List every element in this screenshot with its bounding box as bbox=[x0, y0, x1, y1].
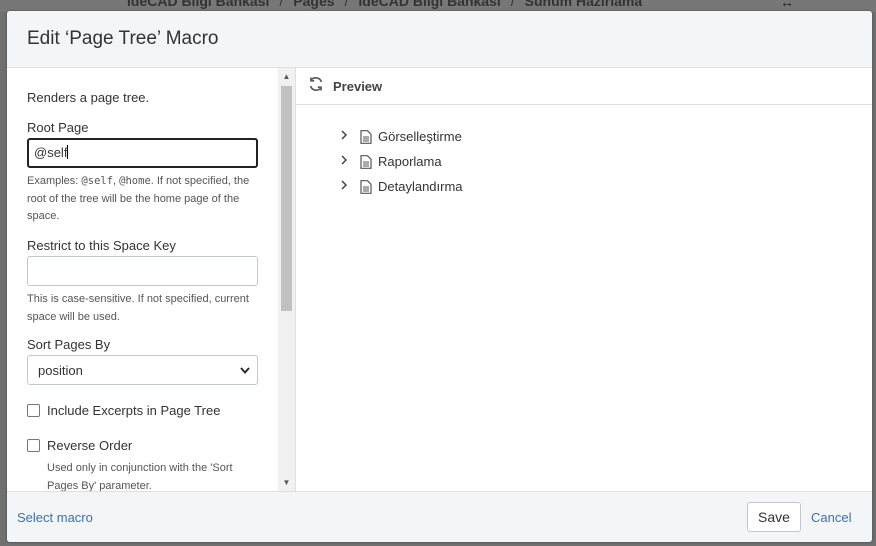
preview-label: Preview bbox=[333, 78, 383, 94]
breadcrumb-separator: / bbox=[344, 0, 349, 9]
breadcrumb-item: IdeCAD Bilgi Bankası bbox=[358, 0, 501, 9]
macro-parameters-panel: Renders a page tree. Root Page @self Exa… bbox=[7, 68, 296, 491]
text-caret bbox=[67, 145, 69, 159]
help-code-home: @home bbox=[119, 175, 151, 187]
cancel-link[interactable]: Cancel bbox=[811, 510, 851, 525]
reverse-order-row[interactable]: Reverse Order bbox=[27, 438, 132, 453]
root-page-label: Root Page bbox=[27, 120, 89, 135]
chevron-right-icon[interactable] bbox=[340, 180, 354, 193]
macro-description: Renders a page tree. bbox=[27, 90, 150, 105]
breadcrumb-separator: / bbox=[510, 0, 515, 9]
preview-panel: Preview Görselleştirme Raporlama Detayla… bbox=[296, 68, 872, 491]
root-page-input[interactable]: @self bbox=[27, 138, 258, 168]
tree-item-label: Detaylandırma bbox=[378, 179, 463, 194]
page-tree-preview: Görselleştirme Raporlama Detaylandırma bbox=[340, 124, 463, 199]
refresh-icon[interactable] bbox=[308, 76, 333, 97]
breadcrumb-item: Pages bbox=[293, 0, 335, 9]
reverse-order-checkbox[interactable] bbox=[27, 439, 40, 452]
page-icon bbox=[360, 179, 372, 194]
include-excerpts-row[interactable]: Include Excerpts in Page Tree bbox=[27, 403, 220, 418]
macro-dialog: Edit ‘Page Tree’ Macro Renders a page tr… bbox=[7, 11, 872, 542]
select-macro-link[interactable]: Select macro bbox=[17, 510, 93, 525]
reverse-order-label: Reverse Order bbox=[47, 438, 133, 453]
include-excerpts-label: Include Excerpts in Page Tree bbox=[47, 403, 221, 418]
include-excerpts-checkbox[interactable] bbox=[27, 404, 40, 417]
dialog-body: Renders a page tree. Root Page @self Exa… bbox=[7, 68, 872, 491]
tree-item-label: Görselleştirme bbox=[378, 129, 462, 144]
tree-item[interactable]: Raporlama bbox=[340, 149, 463, 174]
tree-item-label: Raporlama bbox=[378, 154, 442, 169]
scrollbar-thumb[interactable] bbox=[281, 86, 292, 311]
help-code-self: @self bbox=[81, 175, 114, 187]
chevron-right-icon[interactable] bbox=[340, 130, 354, 143]
breadcrumb-separator: / bbox=[279, 0, 284, 9]
sort-pages-select[interactable]: position bbox=[27, 355, 258, 385]
scroll-down-arrow-icon[interactable]: ▼ bbox=[278, 474, 295, 491]
background-breadcrumb: IdeCAD Bilgi Bankası / Pages / IdeCAD Bilgi … bbox=[127, 0, 642, 9]
sort-pages-label: Sort Pages By bbox=[27, 337, 111, 352]
chevron-down-icon bbox=[239, 356, 251, 397]
dialog-header: Edit ‘Page Tree’ Macro bbox=[7, 11, 872, 68]
reverse-order-help: Used only in conjunction with the 'Sort … bbox=[47, 462, 233, 491]
breadcrumb-item: IdeCAD Bilgi Bankası bbox=[127, 0, 270, 9]
page-icon bbox=[360, 154, 372, 169]
space-key-label: Restrict to this Space Key bbox=[27, 238, 176, 253]
breadcrumb-item: Sunum Hazırlama bbox=[524, 0, 643, 9]
sort-pages-value: position bbox=[38, 363, 83, 378]
page-icon bbox=[360, 129, 372, 144]
dialog-footer: Select macro Save Cancel bbox=[7, 491, 872, 542]
expand-arrows-icon: ↔ bbox=[780, 0, 794, 10]
space-key-help: This is case-sensitive. If not specified… bbox=[27, 293, 249, 323]
root-page-help: Examples: @self, @home. If not specified… bbox=[27, 173, 258, 226]
tree-item[interactable]: Görselleştirme bbox=[340, 124, 463, 149]
chevron-right-icon[interactable] bbox=[340, 155, 354, 168]
preview-header: Preview bbox=[296, 68, 872, 105]
left-panel-scrollbar[interactable]: ▲ ▼ bbox=[278, 68, 295, 491]
save-button[interactable]: Save bbox=[747, 502, 801, 532]
space-key-input[interactable] bbox=[27, 256, 258, 286]
root-page-value: @self bbox=[34, 145, 68, 160]
help-text: Examples: bbox=[27, 175, 82, 187]
tree-item[interactable]: Detaylandırma bbox=[340, 174, 463, 199]
scroll-up-arrow-icon[interactable]: ▲ bbox=[278, 68, 295, 85]
dialog-title: Edit ‘Page Tree’ Macro bbox=[27, 28, 219, 49]
